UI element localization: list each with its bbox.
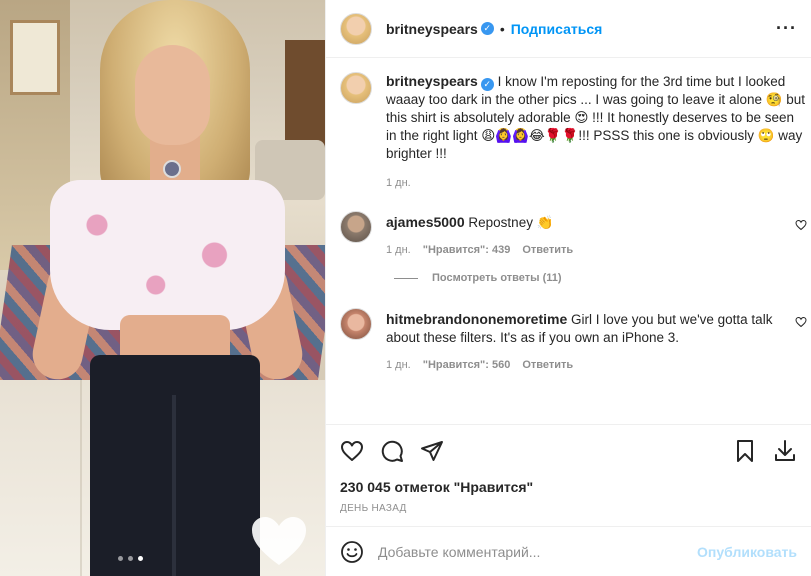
comment-time: 1 дн. bbox=[386, 244, 411, 256]
comment-time: 1 дн. bbox=[386, 359, 411, 371]
photo-pendant bbox=[163, 160, 181, 178]
photo-jeans bbox=[90, 355, 260, 576]
like-heart-overlay-icon bbox=[252, 517, 306, 565]
caption-avatar[interactable] bbox=[340, 72, 372, 104]
emoji-picker-icon[interactable] bbox=[340, 540, 364, 564]
action-bar bbox=[340, 431, 797, 471]
comment-like-icon[interactable] bbox=[795, 316, 807, 328]
commenter-avatar[interactable] bbox=[340, 308, 372, 340]
carousel-dot bbox=[128, 556, 133, 561]
likes-count[interactable]: 230 045 отметок "Нравится" bbox=[340, 479, 797, 495]
caption-text-block: britneyspears ✓ I know I'm reposting for … bbox=[386, 72, 806, 163]
post-header: britneyspears ✓ • Подписаться ··· bbox=[326, 0, 811, 58]
author-username[interactable]: britneyspears bbox=[386, 21, 478, 37]
comment-item: ajames5000 Repostney 👏 1 дн. "Нравится":… bbox=[340, 211, 807, 256]
replies-divider bbox=[394, 277, 418, 279]
carousel-indicator bbox=[118, 556, 143, 561]
post-actions: 230 045 отметок "Нравится" ДЕНЬ НАЗАД bbox=[326, 424, 811, 514]
download-icon[interactable] bbox=[773, 439, 797, 463]
header-separator: • bbox=[499, 20, 505, 37]
view-replies-label: Посмотреть ответы (11) bbox=[432, 272, 562, 284]
author-avatar[interactable] bbox=[340, 12, 372, 45]
post-time-ago: ДЕНЬ НАЗАД bbox=[340, 503, 407, 514]
carousel-dot-active bbox=[138, 556, 143, 561]
verified-badge-icon: ✓ bbox=[480, 22, 494, 35]
more-options-icon[interactable]: ··· bbox=[776, 18, 797, 39]
comment-likes-button[interactable]: "Нравится": 560 bbox=[423, 359, 511, 371]
share-send-icon[interactable] bbox=[420, 439, 444, 463]
caption-username[interactable]: britneyspears bbox=[386, 73, 478, 89]
add-comment-bar: Опубликовать bbox=[326, 526, 811, 576]
post-photo[interactable] bbox=[0, 0, 325, 576]
comment-username[interactable]: ajames5000 bbox=[386, 214, 465, 230]
action-bar-right bbox=[733, 439, 797, 463]
photo-face bbox=[135, 45, 210, 145]
post-caption: britneyspears ✓ I know I'm reposting for … bbox=[340, 72, 805, 189]
comment-item: hitmebrandononemoretime Girl I love you … bbox=[340, 308, 807, 371]
comment-meta: 1 дн. "Нравится": 560 Ответить bbox=[386, 359, 806, 371]
comment-text-block: hitmebrandononemoretime Girl I love you … bbox=[386, 310, 806, 347]
add-comment-input[interactable] bbox=[378, 543, 684, 560]
post-sidebar: britneyspears ✓ • Подписаться ··· britne… bbox=[325, 0, 811, 576]
instagram-post: britneyspears ✓ • Подписаться ··· britne… bbox=[0, 0, 811, 576]
follow-button[interactable]: Подписаться bbox=[511, 21, 603, 37]
view-replies-button[interactable]: Посмотреть ответы (11) bbox=[394, 272, 797, 284]
verified-badge-icon: ✓ bbox=[480, 78, 494, 91]
author-info: britneyspears ✓ • Подписаться bbox=[386, 21, 602, 37]
comment-text: Repostney 👏 bbox=[468, 215, 554, 230]
photo-person bbox=[28, 0, 307, 576]
comment-reply-button[interactable]: Ответить bbox=[522, 244, 573, 256]
comment-likes-button[interactable]: "Нравится": 439 bbox=[423, 244, 511, 256]
like-heart-icon[interactable] bbox=[340, 439, 364, 463]
commenter-avatar[interactable] bbox=[340, 211, 372, 243]
comment-username[interactable]: hitmebrandononemoretime bbox=[386, 311, 567, 327]
bookmark-save-icon[interactable] bbox=[733, 439, 757, 463]
comment-like-icon[interactable] bbox=[795, 219, 807, 231]
comment-bubble-icon[interactable] bbox=[380, 439, 404, 463]
caption-time: 1 дн. bbox=[386, 177, 411, 189]
photo-floral-top bbox=[50, 180, 285, 330]
carousel-dot bbox=[118, 556, 123, 561]
comment-text-block: ajames5000 Repostney 👏 bbox=[386, 213, 806, 232]
comment-reply-button[interactable]: Ответить bbox=[522, 359, 573, 371]
comment-meta: 1 дн. "Нравится": 439 Ответить bbox=[386, 244, 806, 256]
publish-button[interactable]: Опубликовать bbox=[697, 544, 797, 560]
comments-list: britneyspears ✓ I know I'm reposting for … bbox=[326, 58, 811, 424]
